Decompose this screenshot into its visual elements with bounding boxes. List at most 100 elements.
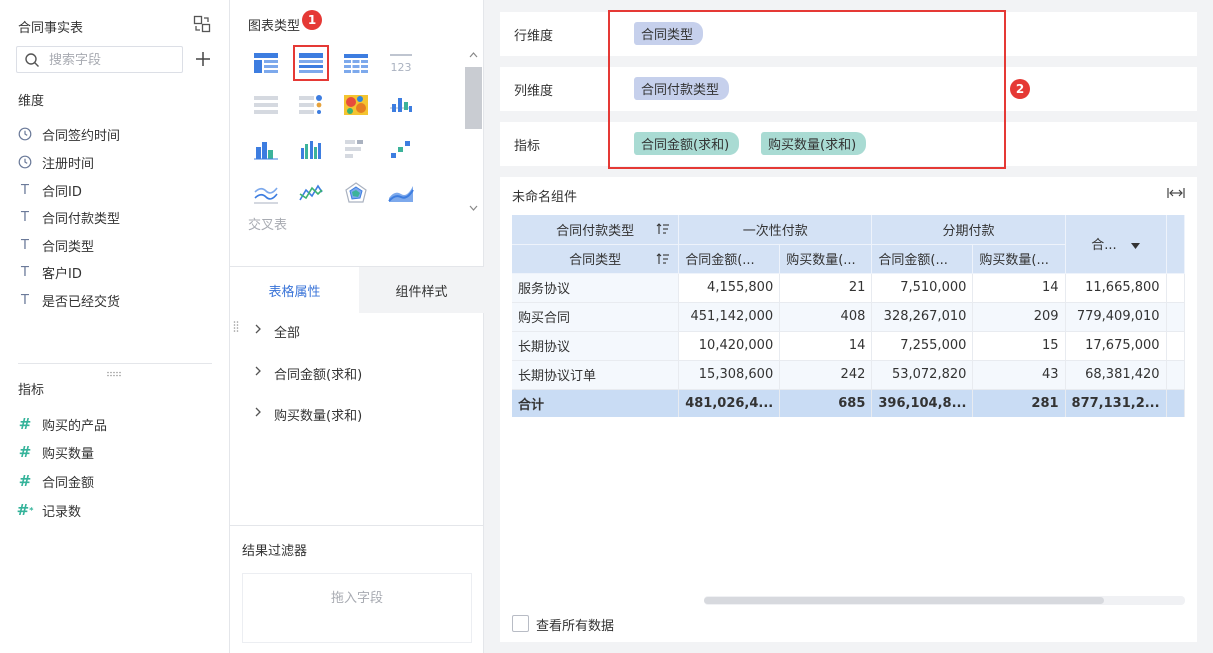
dimension-field[interactable]: T 合同ID (18, 178, 82, 202)
grouped-bar-icon[interactable] (293, 131, 329, 167)
text-icon: T (21, 237, 29, 253)
dimension-field[interactable]: T 合同类型 (18, 233, 94, 257)
field-panel: 合同事实表 维度 合同签约时间 注册时间 T 合同ID T 合同付款类型 T 合同类型… (0, 0, 230, 653)
measure-field[interactable]: # 购买的产品 (18, 412, 107, 436)
clock-icon (18, 127, 32, 141)
row-header: 长期协议订单 (512, 360, 680, 390)
cross-table-icon[interactable] (293, 45, 329, 81)
total-cell: 396,104,8... (871, 389, 974, 417)
polyline-icon[interactable] (293, 175, 329, 211)
show-all-data-checkbox[interactable] (512, 615, 529, 632)
tab-table-properties[interactable]: 表格属性 (230, 267, 359, 313)
cell: 408 (779, 302, 873, 332)
clock-icon (18, 155, 32, 169)
area-chart-icon[interactable] (383, 175, 419, 211)
cell: 451,142,000 (678, 302, 781, 332)
property-label: 全部 (274, 325, 301, 341)
row-dimension-header[interactable]: 合同类型 (512, 244, 680, 274)
header-label: 合同付款类型 (556, 223, 635, 239)
scroll-thumb[interactable] (465, 67, 482, 129)
highlight-box (608, 10, 1006, 169)
cell: 17,675,000 (1065, 331, 1167, 361)
row-header: 服务协议 (512, 273, 680, 303)
resize-handle[interactable] (106, 366, 122, 377)
field-search[interactable] (16, 46, 183, 73)
cell: 68,381,420 (1065, 360, 1167, 390)
tab-component-style[interactable]: 组件样式 (359, 267, 484, 313)
shelf-label: 列维度 (514, 84, 554, 99)
cell: 15,308,600 (678, 360, 781, 390)
cell: 53,072,820 (871, 360, 974, 390)
shelf-label: 行维度 (514, 29, 554, 44)
scroll-down-icon[interactable] (469, 200, 478, 215)
horizontal-bar-icon[interactable] (338, 131, 374, 167)
measure-header[interactable]: 合同金额(... (678, 244, 781, 274)
result-filter-dropzone[interactable]: 拖入字段 (242, 573, 472, 643)
overflow-cell (1166, 302, 1185, 332)
stacked-bar-icon[interactable] (248, 131, 284, 167)
search-icon (24, 52, 40, 72)
add-field-button[interactable] (193, 49, 213, 69)
chevron-right-icon (254, 365, 266, 381)
chart-type-hover-label: 交叉表 (248, 218, 288, 233)
property-item[interactable]: 购买数量(求和) (254, 403, 362, 425)
sort-icon[interactable] (656, 252, 670, 269)
dataset-title: 合同事实表 (18, 21, 84, 36)
table-horizontal-scrollbar[interactable] (704, 596, 1185, 605)
cell: 14 (972, 273, 1066, 303)
measure-header[interactable]: 购买数量(... (972, 244, 1066, 274)
measure-header[interactable]: 购买数量(... (779, 244, 873, 274)
search-input[interactable] (49, 51, 177, 69)
drag-handle-icon[interactable] (233, 320, 239, 334)
field-name: 合同ID (42, 184, 82, 200)
column-dimension-header[interactable]: 合同付款类型 (512, 215, 680, 245)
field-name: 购买的产品 (42, 418, 108, 434)
dimension-field[interactable]: T 是否已经交货 (18, 288, 120, 312)
property-item[interactable]: 全部 (254, 320, 300, 342)
detail-table-icon[interactable] (248, 45, 284, 81)
hash-star-icon: # * (16, 501, 34, 519)
chart-config-panel: 图表类型 1 123 交叉表 表格属性 组件样式 全部 合同金额(求和) 购买数… (230, 0, 484, 653)
waterfall-icon[interactable] (383, 131, 419, 167)
total-cell: 481,026,4... (678, 389, 781, 417)
filter-table-icon[interactable] (248, 87, 284, 123)
header-label: 合... (1091, 238, 1117, 254)
property-item[interactable]: 合同金额(求和) (254, 362, 362, 384)
measure-field[interactable]: # * 记录数 (16, 498, 81, 522)
cross-table: 合同付款类型 一次性付款 分期付款 合... 合同类型 合同金额(... 购买数… (512, 215, 1185, 417)
line-chart-icon[interactable] (248, 175, 284, 211)
kpi-number-icon[interactable]: 123 (383, 45, 419, 81)
cell: 7,255,000 (871, 331, 974, 361)
chart-type-scrollbar[interactable] (465, 45, 482, 213)
measure-field[interactable]: # 合同金额 (18, 469, 94, 493)
svg-text:123: 123 (391, 61, 412, 74)
dimension-field[interactable]: 注册时间 (18, 150, 94, 174)
dimension-field[interactable]: T 合同付款类型 (18, 205, 120, 229)
scroll-up-icon[interactable] (469, 47, 478, 62)
chevron-right-icon (254, 323, 266, 339)
measure-field[interactable]: # 购买数量 (18, 440, 94, 464)
sort-icon[interactable] (656, 223, 670, 239)
switch-dataset-icon[interactable] (193, 15, 211, 33)
scroll-thumb[interactable] (704, 597, 1104, 604)
show-all-data-label[interactable]: 查看所有数据 (536, 615, 614, 634)
dot-table-icon[interactable] (293, 87, 329, 123)
measure-header[interactable]: 合同金额(... (871, 244, 974, 274)
component-title: 未命名组件 (512, 190, 578, 205)
text-icon: T (21, 264, 29, 280)
dimension-field[interactable]: 合同签约时间 (18, 122, 120, 146)
chart-type-title: 图表类型 (248, 19, 301, 34)
field-name: 注册时间 (42, 156, 95, 172)
heatmap-icon[interactable] (338, 87, 374, 123)
total-cell: 281 (972, 389, 1066, 417)
range-bar-icon[interactable] (383, 87, 419, 123)
hash-icon: # (18, 472, 32, 490)
cell: 779,409,010 (1065, 302, 1167, 332)
caret-down-icon[interactable] (1130, 238, 1140, 253)
cell: 242 (779, 360, 873, 390)
total-column-header[interactable]: 合... (1065, 215, 1167, 274)
dimension-field[interactable]: T 客户ID (18, 260, 82, 284)
group-table-icon[interactable] (338, 45, 374, 81)
expand-width-icon[interactable] (1167, 187, 1185, 203)
radar-icon[interactable] (338, 175, 374, 211)
